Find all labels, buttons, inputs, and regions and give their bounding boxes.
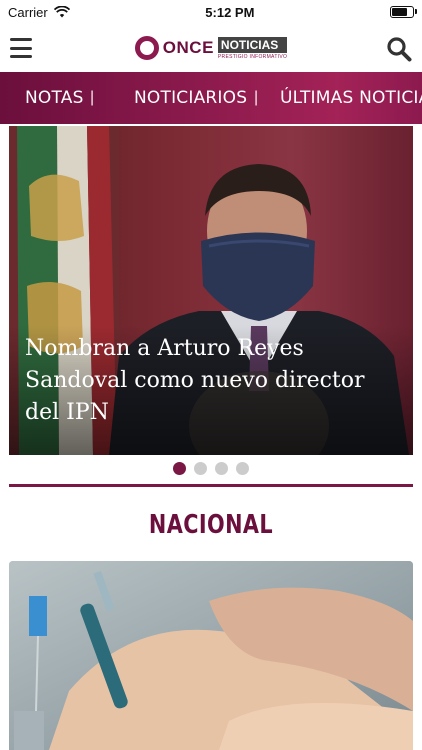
vaccine-photo [9,561,413,750]
logo-once: ONCE [162,38,214,57]
status-bar: Carrier 5:12 PM [0,0,422,24]
carousel-dot-active[interactable] [173,462,186,475]
logo-noticias: NOTICIAS [217,36,288,53]
nav-item-notas[interactable]: NOTAS [25,88,84,108]
section-divider [9,484,413,487]
hero-slide[interactable]: Nombran a Arturo Reyes Sandoval como nue… [9,126,413,455]
nav-separator: | [90,89,95,106]
nav-item-ultimas-noticias[interactable]: ÚLTIMAS NOTICIAS [280,88,422,108]
carousel-indicators [0,462,422,475]
nav-separator: | [254,89,259,106]
section-title: NACIONAL [148,510,274,540]
carousel-dot[interactable] [236,462,249,475]
wifi-icon [53,6,70,18]
logo-tagline: PRESTIGIO INFORMATIVO [217,53,288,60]
hamburger-icon[interactable] [10,38,32,58]
search-icon[interactable] [386,36,412,62]
nav-item-noticiarios[interactable]: NOTICIARIOS [134,88,247,108]
logo-ring-icon [134,36,159,60]
section-navbar: NOTAS | NOTICIARIOS | ÚLTIMAS NOTICIAS [0,72,422,124]
carousel-dot[interactable] [194,462,207,475]
status-left: Carrier [8,5,70,20]
app-header: ONCE NOTICIAS PRESTIGIO INFORMATIVO [0,24,422,72]
battery-icon [390,6,417,18]
carousel-dot[interactable] [215,462,228,475]
logo[interactable]: ONCE NOTICIAS PRESTIGIO INFORMATIVO [134,36,288,60]
status-time: 5:12 PM [205,4,255,20]
carrier-label: Carrier [8,4,48,20]
article-card-image[interactable] [9,561,413,750]
logo-block: NOTICIAS PRESTIGIO INFORMATIVO [217,36,288,60]
hero-caption[interactable]: Nombran a Arturo Reyes Sandoval como nue… [25,333,393,429]
